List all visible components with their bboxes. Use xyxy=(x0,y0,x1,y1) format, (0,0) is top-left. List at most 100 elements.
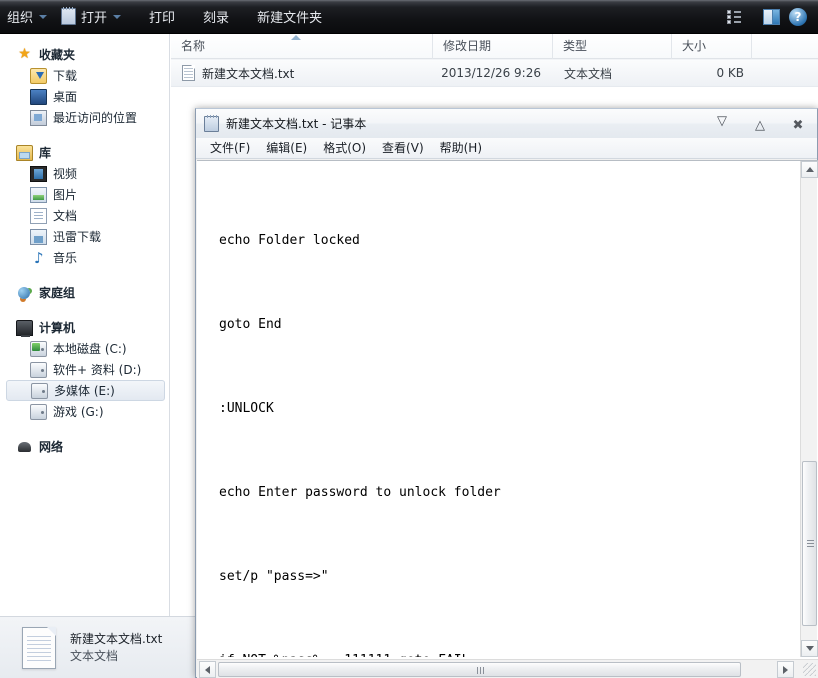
vertical-scrollbar[interactable] xyxy=(800,161,818,657)
notepad-icon xyxy=(204,114,219,132)
toolbar-burn-label: 刻录 xyxy=(203,11,230,26)
toolbar-new-folder-label: 新建文件夹 xyxy=(257,11,323,26)
homegroup-icon xyxy=(16,285,33,301)
sidebar-item-music[interactable]: 音乐 xyxy=(0,247,169,268)
toolbar-button-print[interactable]: 打印 xyxy=(142,4,182,30)
help-icon[interactable]: ? xyxy=(789,7,807,26)
menu-item-help[interactable]: 帮助(H) xyxy=(432,139,490,158)
sidebar-item-label: 收藏夹 xyxy=(39,48,76,62)
sidebar-item-label: 网络 xyxy=(39,440,64,454)
text-file-icon xyxy=(182,65,195,81)
sidebar-item-label: 迅雷下载 xyxy=(53,230,102,244)
text-line: echo Folder locked xyxy=(219,233,360,248)
sidebar-item-recent-places[interactable]: 最近访问的位置 xyxy=(0,107,169,128)
details-text-group: 新建文本文档.txt 文本文档 xyxy=(70,631,162,665)
window-title: 新建文本文档.txt - 记事本 xyxy=(226,117,367,131)
sidebar-item-thunder-download[interactable]: 迅雷下载 xyxy=(0,226,169,247)
file-size-cell: 0 KB xyxy=(716,66,744,80)
file-type-cell: 文本文档 xyxy=(564,66,613,81)
documents-icon xyxy=(30,207,47,224)
file-name-label: 新建文本文档.txt xyxy=(202,66,295,81)
scroll-right-button[interactable] xyxy=(777,661,794,678)
column-header-extra[interactable] xyxy=(752,34,818,59)
toolbar-print-label: 打印 xyxy=(149,11,176,26)
caret-right-icon xyxy=(783,665,788,674)
close-button[interactable] xyxy=(779,113,817,135)
explorer-toolbar: 组织 打开 打印 刻录 新建文件夹 ? xyxy=(0,0,818,34)
sidebar-item-documents[interactable]: 文档 xyxy=(0,205,169,226)
pictures-icon xyxy=(30,186,47,203)
sidebar-item-desktop[interactable]: 桌面 xyxy=(0,86,169,107)
toolbar-button-new-folder[interactable]: 新建文件夹 xyxy=(250,4,329,30)
column-header-label: 名称 xyxy=(181,38,206,53)
menu-item-format[interactable]: 格式(O) xyxy=(315,139,374,158)
preview-pane-icon[interactable] xyxy=(763,8,780,25)
sidebar-item-drive-c[interactable]: 本地磁盘 (C:) xyxy=(0,338,169,359)
notepad-menu-bar[interactable]: 文件(F) 编辑(E) 格式(O) 查看(V) 帮助(H) xyxy=(196,138,817,159)
scroll-up-button[interactable] xyxy=(801,161,818,178)
column-header-date[interactable]: 修改日期 xyxy=(433,34,553,59)
text-line: set/p "pass=>" xyxy=(219,569,329,584)
notepad-icon xyxy=(61,7,77,25)
sidebar-item-drive-d[interactable]: 软件+ 资料 (D:) xyxy=(0,359,169,380)
scroll-left-button[interactable] xyxy=(199,661,216,678)
toolbar-organize-label: 组织 xyxy=(7,11,34,26)
column-header-size[interactable]: 大小 xyxy=(672,34,752,59)
drive-icon xyxy=(31,382,48,399)
maximize-icon xyxy=(755,114,765,133)
sidebar-item-drive-e[interactable]: 多媒体 (E:) xyxy=(6,380,165,401)
table-row[interactable]: 新建文本文档.txt 2013/12/26 9:26 文本文档 0 KB xyxy=(171,59,818,87)
column-header-type[interactable]: 类型 xyxy=(553,34,672,59)
sidebar-item-label: 游戏 (G:) xyxy=(53,405,104,419)
text-line: :UNLOCK xyxy=(219,401,274,416)
nav-group-favorites: 收藏夹 下载 桌面 最近访问的位置 xyxy=(0,44,169,128)
computer-icon xyxy=(16,319,33,337)
notepad-window[interactable]: 新建文本文档.txt - 记事本 文件(F) 编辑(E) 格式(O) 查看(V)… xyxy=(195,108,818,678)
desktop-icon xyxy=(30,88,47,105)
text-line: echo Enter password to unlock folder xyxy=(219,485,501,500)
sidebar-item-label: 最近访问的位置 xyxy=(53,111,138,125)
sidebar-item-label: 计算机 xyxy=(39,321,76,335)
caret-up-icon xyxy=(805,167,814,172)
sidebar-item-label: 桌面 xyxy=(53,90,78,104)
column-header-row: 名称 修改日期 类型 大小 xyxy=(171,34,818,59)
menu-item-file[interactable]: 文件(F) xyxy=(202,139,258,158)
sidebar-item-label: 音乐 xyxy=(53,251,78,265)
list-view-icon[interactable] xyxy=(727,9,741,24)
horizontal-scrollbar[interactable] xyxy=(197,659,818,678)
downloads-icon xyxy=(30,67,47,84)
menu-item-edit[interactable]: 编辑(E) xyxy=(258,139,315,158)
vertical-scrollbar-thumb[interactable] xyxy=(802,461,817,626)
nav-group-network: 网络 xyxy=(0,436,169,457)
navigation-pane[interactable]: 收藏夹 下载 桌面 最近访问的位置 库 视频 xyxy=(0,34,170,616)
music-icon xyxy=(30,249,47,267)
scroll-down-button[interactable] xyxy=(801,640,818,657)
toolbar-button-organize[interactable]: 组织 xyxy=(0,4,54,30)
column-header-name[interactable]: 名称 xyxy=(171,34,433,59)
system-drive-icon xyxy=(30,340,47,357)
sidebar-item-network[interactable]: 网络 xyxy=(0,436,169,457)
toolbar-open-label: 打开 xyxy=(81,11,108,26)
sidebar-item-videos[interactable]: 视频 xyxy=(0,163,169,184)
sidebar-item-favorites[interactable]: 收藏夹 xyxy=(0,44,169,65)
notepad-text-area[interactable]: echo Folder locked goto End :UNLOCK echo… xyxy=(197,161,798,657)
caret-down-icon xyxy=(805,646,814,651)
maximize-button[interactable] xyxy=(741,113,779,135)
resize-grip[interactable] xyxy=(803,663,816,676)
minimize-button[interactable] xyxy=(703,113,741,135)
sidebar-item-downloads[interactable]: 下载 xyxy=(0,65,169,86)
horizontal-scrollbar-thumb[interactable] xyxy=(218,662,741,677)
sidebar-item-drive-g[interactable]: 游戏 (G:) xyxy=(0,401,169,422)
sidebar-item-homegroup[interactable]: 家庭组 xyxy=(0,282,169,303)
thunder-download-icon xyxy=(30,228,47,245)
recent-places-icon xyxy=(30,109,47,126)
sidebar-item-label: 软件+ 资料 (D:) xyxy=(53,363,142,377)
sidebar-item-pictures[interactable]: 图片 xyxy=(0,184,169,205)
sort-ascending-icon xyxy=(291,34,301,40)
menu-item-view[interactable]: 查看(V) xyxy=(374,139,432,158)
sidebar-item-libraries[interactable]: 库 xyxy=(0,142,169,163)
notepad-title-bar[interactable]: 新建文本文档.txt - 记事本 xyxy=(196,109,817,138)
sidebar-item-computer[interactable]: 计算机 xyxy=(0,317,169,338)
toolbar-button-burn[interactable]: 刻录 xyxy=(196,4,236,30)
toolbar-button-open[interactable]: 打开 xyxy=(54,4,128,30)
